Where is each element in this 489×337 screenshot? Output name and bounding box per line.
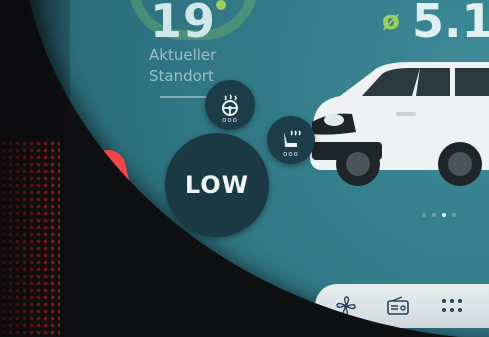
page-dot-active	[442, 213, 446, 217]
current-temperature: 19	[150, 0, 217, 48]
apps-grid-icon[interactable]	[439, 294, 465, 318]
bezel-shadow	[0, 0, 70, 337]
radio-icon[interactable]	[385, 294, 411, 318]
seat-heat-level: ooo	[283, 150, 299, 158]
slider-minus[interactable]: -	[195, 278, 201, 294]
parking-brake-icon: P	[231, 301, 251, 321]
general-warning	[266, 298, 292, 324]
svg-text:P: P	[237, 305, 245, 318]
round-display: 19 Aktueller Standort ø 5.1 ooo ooo LOW …	[18, 0, 489, 337]
bottom-dock	[315, 284, 489, 328]
page-indicator	[422, 202, 462, 221]
steering-wheel-heat-icon	[222, 94, 238, 116]
seat-heat-button[interactable]: ooo	[267, 116, 315, 164]
average-consumption: 5.1	[412, 0, 489, 48]
location-label-line2: Standort	[149, 67, 214, 85]
page-dot	[452, 213, 456, 217]
average-symbol: ø	[382, 6, 400, 36]
warning-triangle-icon	[270, 303, 288, 319]
steering-heat-level: ooo	[222, 116, 238, 124]
degree-indicator	[216, 0, 226, 10]
page-dot	[422, 213, 426, 217]
slider-plus[interactable]: +	[108, 164, 121, 182]
steering-wheel-heat-button[interactable]: ooo	[205, 80, 255, 130]
seat-heat-icon	[284, 130, 301, 147]
page-dot	[432, 213, 436, 217]
dashboard-frame: 19 Aktueller Standort ø 5.1 ooo ooo LOW …	[0, 0, 489, 337]
fan-icon[interactable]	[333, 294, 359, 318]
location-label-line1: Aktueller	[149, 46, 217, 64]
parking-brake-warning: P	[228, 298, 254, 324]
car-illustration	[309, 62, 489, 186]
